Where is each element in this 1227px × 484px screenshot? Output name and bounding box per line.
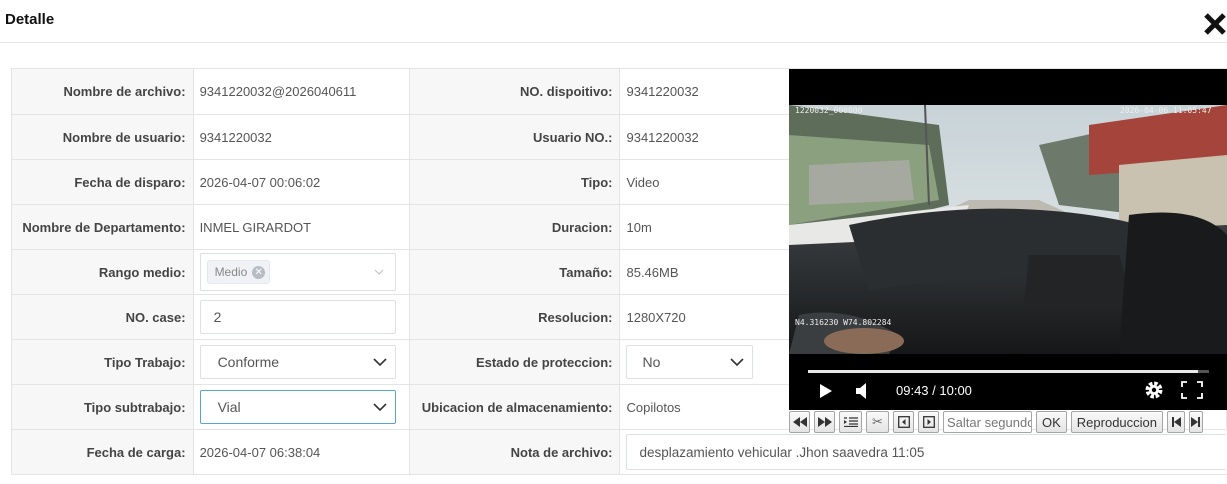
field-label: Tipo subtrabajo: <box>11 384 194 430</box>
file-name-value: 9341220032@2026040611 <box>192 68 410 115</box>
previous-frame-icon[interactable] <box>893 411 914 433</box>
chevron-down-icon <box>372 356 387 368</box>
ok-button[interactable]: OK <box>1036 411 1067 433</box>
protection-status-select[interactable]: No <box>626 345 754 379</box>
trigger-date-value: 2026-04-07 00:06:02 <box>192 159 410 205</box>
upload-date-value: 2026-04-07 06:38:04 <box>192 429 410 475</box>
tag-label: Medio <box>214 265 248 279</box>
file-note-text: desplazamiento vehicular .Jhon saavedra … <box>639 444 925 460</box>
chevron-down-icon <box>730 356 745 368</box>
progress-fill <box>808 370 1198 373</box>
skip-start-icon[interactable] <box>1167 411 1186 433</box>
medium-range-select[interactable]: Medio ✕ <box>199 253 396 291</box>
video-player[interactable]: 1220032_000000 2026-04-06 11:05:47 N4.31… <box>789 69 1227 410</box>
chevron-down-icon <box>372 401 387 413</box>
field-label: Fecha de carga: <box>11 429 194 475</box>
progress-bar[interactable] <box>808 370 1209 373</box>
department-value: INMEL GIRARDOT <box>192 204 410 250</box>
case-no-text: 2 <box>213 309 222 325</box>
next-frame-icon[interactable] <box>918 411 939 433</box>
fast-forward-icon[interactable] <box>814 411 835 433</box>
work-type-text: Conforme <box>217 354 280 370</box>
table-row: Fecha de carga: 2026-04-07 06:38:04 Nota… <box>11 429 1227 475</box>
user-name-value: 9341220032 <box>192 114 410 160</box>
field-label: Nombre de Departamento: <box>11 204 194 250</box>
fullscreen-icon[interactable] <box>1181 381 1203 399</box>
player-toolbar: ✂ Saltar segundos OK Reproduccion <box>789 410 1227 434</box>
field-label: Duracion: <box>408 204 621 250</box>
field-label: Resolucion: <box>408 294 621 340</box>
list-icon[interactable] <box>839 411 862 433</box>
field-label: Usuario NO.: <box>408 114 621 160</box>
field-label: Tipo: <box>408 159 621 205</box>
video-frame <box>789 105 1227 354</box>
case-no-input[interactable]: 2 <box>199 300 396 334</box>
file-note-input[interactable]: desplazamiento vehicular .Jhon saavedra … <box>626 434 1227 470</box>
subwork-type-select[interactable]: Vial <box>199 390 396 424</box>
field-label: Rango medio: <box>11 249 194 295</box>
tag-remove-icon[interactable]: ✕ <box>252 265 266 279</box>
skip-end-icon[interactable] <box>1189 411 1204 433</box>
chevron-down-icon <box>373 266 385 278</box>
dialog-header: Detalle <box>0 0 1227 43</box>
subwork-type-text: Vial <box>217 399 241 415</box>
field-label: Nombre de archivo: <box>11 68 194 115</box>
field-label: Estado de proteccion: <box>408 339 621 385</box>
dialog-title: Detalle <box>5 11 55 28</box>
work-type-select[interactable]: Conforme <box>199 345 396 379</box>
play-icon[interactable] <box>819 383 833 399</box>
field-label: Nota de archivo: <box>408 429 621 475</box>
selected-tag: Medio ✕ <box>206 260 271 284</box>
close-icon[interactable] <box>1203 9 1227 37</box>
field-label: Tamaño: <box>408 249 621 295</box>
rewind-icon[interactable] <box>789 411 810 433</box>
field-label: NO. case: <box>11 294 194 340</box>
volume-icon[interactable] <box>855 382 869 400</box>
time-display: 09:43 / 10:00 <box>896 383 972 398</box>
osd-timestamp: 2026-04-06 11:05:47 <box>1120 106 1212 115</box>
field-label: Nombre de usuario: <box>11 114 194 160</box>
seek-seconds-input[interactable]: Saltar segundos <box>943 411 1032 433</box>
playback-button[interactable]: Reproduccion <box>1070 411 1164 433</box>
field-label: Tipo Trabajo: <box>11 339 194 385</box>
field-label: NO. dispoitivo: <box>408 68 621 115</box>
field-label: Ubicacion de almacenamiento: <box>408 384 621 430</box>
scissors-icon[interactable]: ✂ <box>866 411 889 433</box>
settings-icon[interactable] <box>1144 380 1164 400</box>
field-label: Fecha de disparo: <box>11 159 194 205</box>
osd-gps: N4.316230 W74.802284 <box>795 318 892 327</box>
protection-status-text: No <box>642 354 661 370</box>
osd-device-id: 1220032_000000 <box>795 106 863 115</box>
